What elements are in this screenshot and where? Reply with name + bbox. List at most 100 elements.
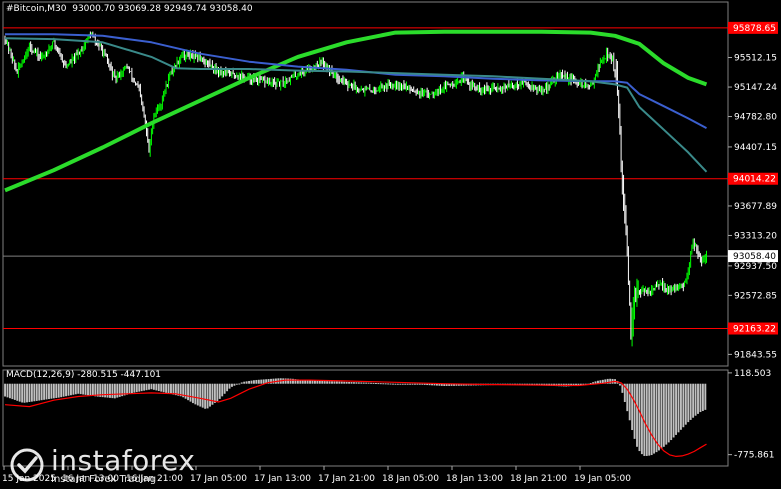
macd-bar bbox=[321, 380, 324, 384]
macd-bar bbox=[111, 383, 114, 399]
macd-bar bbox=[414, 383, 416, 385]
macd-bar bbox=[409, 383, 412, 385]
macd-bar bbox=[701, 383, 704, 411]
macd-bar bbox=[648, 383, 651, 456]
macd-bar bbox=[67, 383, 70, 396]
macd-bar bbox=[209, 383, 211, 407]
macd-bar bbox=[699, 383, 702, 413]
price-y-axis: 95512.15 95147.24 94782.80 94407.15 93677.89… bbox=[728, 54, 777, 360]
macd-bar bbox=[411, 383, 414, 385]
macd-label: MACD(12,26,9) bbox=[6, 370, 75, 380]
macd-bar bbox=[665, 383, 668, 445]
macd-bar bbox=[357, 382, 360, 384]
price-pane-frame bbox=[2, 1, 729, 367]
macd-bar bbox=[30, 383, 33, 402]
macd-bar bbox=[28, 383, 31, 402]
x-tick-label: 18 Jan 21:00 bbox=[510, 474, 567, 484]
macd-bar bbox=[394, 383, 397, 385]
macd-bar bbox=[270, 378, 272, 384]
macd-bar bbox=[638, 383, 641, 452]
macd-bar bbox=[379, 383, 382, 385]
macd-bar bbox=[653, 383, 656, 454]
price-chart[interactable]: 95512.15 95147.24 94782.80 94407.15 93677.89… bbox=[0, 0, 781, 489]
moving-average-line bbox=[5, 33, 707, 129]
macd-bar bbox=[631, 383, 634, 431]
macd-bar bbox=[660, 383, 663, 449]
macd-bar bbox=[126, 383, 128, 395]
macd-bar bbox=[223, 383, 226, 394]
macd-bar bbox=[670, 383, 673, 441]
macd-bar bbox=[191, 383, 194, 404]
macd-bar bbox=[113, 383, 116, 399]
macd-bar bbox=[189, 383, 192, 402]
macd-bar bbox=[106, 383, 109, 398]
macd-bar bbox=[389, 383, 392, 385]
macd-bar bbox=[35, 383, 38, 401]
macd-bar bbox=[172, 383, 175, 395]
macd-bar bbox=[331, 381, 333, 384]
macd-bar bbox=[170, 383, 172, 395]
macd-bar bbox=[245, 381, 248, 384]
macd-bar bbox=[399, 383, 402, 385]
macd-bar bbox=[350, 382, 353, 384]
macd-bar bbox=[679, 383, 682, 430]
macd-bar bbox=[609, 378, 612, 384]
macd-bar bbox=[204, 383, 207, 409]
y-tick-label: 94782.80 bbox=[734, 113, 777, 123]
macd-y-tick-label: 118.503 bbox=[734, 369, 771, 379]
macd-values: -280.515 -447.101 bbox=[77, 370, 162, 380]
macd-bar bbox=[213, 383, 216, 403]
macd-bar bbox=[84, 383, 87, 395]
macd-bar bbox=[340, 381, 343, 384]
macd-bar bbox=[284, 378, 287, 384]
macd-bar bbox=[43, 383, 46, 400]
macd-bar bbox=[636, 383, 638, 447]
macd-bar bbox=[196, 383, 199, 406]
macd-bar bbox=[365, 382, 368, 384]
level-tag-label: 95878.65 bbox=[733, 24, 776, 34]
macd-bar bbox=[421, 383, 424, 385]
macd-bar bbox=[255, 379, 258, 384]
macd-bar bbox=[109, 383, 111, 398]
candles bbox=[4, 31, 707, 347]
macd-bar bbox=[13, 383, 16, 400]
macd-bar bbox=[89, 383, 92, 396]
y-tick-label: 93313.20 bbox=[734, 231, 777, 241]
macd-bar bbox=[94, 383, 97, 397]
macd-bar bbox=[150, 383, 153, 390]
macd-bar bbox=[231, 383, 233, 387]
macd-bar bbox=[216, 383, 219, 402]
macd-header: MACD(12,26,9) -280.515 -447.101 bbox=[6, 370, 161, 380]
macd-bar bbox=[184, 383, 187, 399]
macd-bar bbox=[167, 383, 170, 394]
macd-bar bbox=[658, 383, 660, 451]
ohlc-values: 93000.70 93069.28 92949.74 93058.40 bbox=[72, 4, 253, 14]
macd-bar bbox=[374, 382, 377, 384]
macd-bar bbox=[77, 383, 80, 394]
macd-bar bbox=[228, 383, 231, 389]
macd-bar bbox=[160, 383, 163, 392]
y-tick-label: 92937.50 bbox=[734, 262, 777, 272]
y-tick-label: 93677.89 bbox=[734, 202, 777, 212]
macd-bar bbox=[6, 383, 9, 398]
instaforex-logo-icon bbox=[10, 448, 44, 482]
y-tick-label: 91843.55 bbox=[734, 350, 777, 360]
macd-bar bbox=[323, 381, 326, 384]
macd-bar bbox=[326, 381, 329, 384]
macd-bar bbox=[335, 381, 338, 384]
macd-bar bbox=[45, 383, 48, 400]
macd-bar bbox=[313, 380, 316, 384]
moving-average-line bbox=[4, 37, 708, 173]
macd-bar bbox=[60, 383, 63, 398]
macd-bar bbox=[287, 378, 290, 384]
macd-bar bbox=[235, 383, 238, 385]
level-tag-label: 92163.22 bbox=[733, 325, 776, 335]
macd-bar bbox=[404, 383, 407, 385]
macd-bar bbox=[348, 381, 351, 384]
macd-bar bbox=[130, 383, 133, 394]
macd-bar bbox=[633, 383, 636, 439]
macd-bar bbox=[55, 383, 58, 398]
macd-bar bbox=[211, 383, 214, 405]
macd-bar bbox=[353, 382, 355, 384]
y-tick-label: 95147.24 bbox=[734, 83, 777, 93]
